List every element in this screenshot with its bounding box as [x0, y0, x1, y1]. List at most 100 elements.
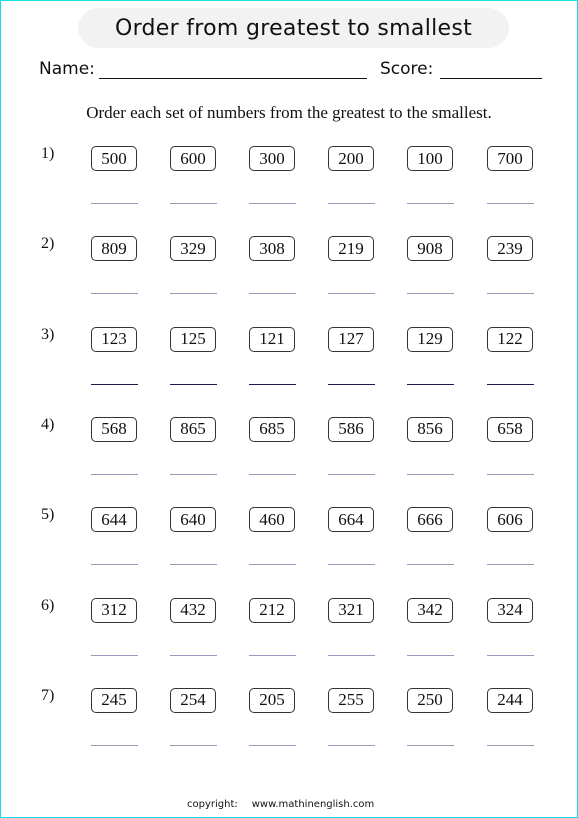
number-box: 685 — [249, 416, 295, 442]
answer-blank[interactable] — [249, 473, 296, 475]
answer-blank[interactable] — [407, 293, 454, 295]
answer-blank[interactable] — [91, 744, 138, 746]
answer-blank[interactable] — [249, 744, 296, 746]
number-box: 329 — [170, 236, 216, 262]
score-field[interactable] — [440, 78, 542, 79]
number-box: 200 — [328, 146, 374, 171]
answer-blank[interactable] — [170, 383, 217, 385]
answer-blank[interactable] — [249, 654, 296, 656]
problem-row: 4) 568 865 685 586 856 658 — [1, 416, 577, 497]
problem-number: 7) — [41, 686, 55, 704]
answer-blank[interactable] — [328, 293, 375, 295]
number-box: 212 — [249, 597, 295, 623]
number-box: 100 — [407, 146, 453, 171]
number-box: 568 — [91, 416, 137, 442]
number-box: 342 — [407, 597, 453, 623]
number-box: 700 — [487, 146, 533, 171]
answer-blank[interactable] — [170, 654, 217, 656]
number-box: 432 — [170, 597, 216, 623]
footer-url[interactable]: www.mathinenglish.com — [252, 799, 375, 810]
name-field[interactable] — [99, 78, 367, 79]
number-box: 239 — [487, 236, 533, 262]
number-box: 125 — [170, 326, 216, 352]
worksheet-title: Order from greatest to smallest — [78, 8, 509, 48]
answer-blank[interactable] — [91, 564, 138, 566]
number-box: 244 — [487, 687, 533, 713]
problem-row: 1) 500 600 300 200 100 700 — [1, 145, 577, 226]
number-box: 500 — [91, 146, 137, 171]
answer-blank[interactable] — [407, 564, 454, 566]
problem-number: 6) — [41, 596, 55, 614]
answer-blank[interactable] — [91, 293, 138, 295]
problem-row: 5) 644 640 460 664 666 606 — [1, 506, 577, 587]
answer-blank[interactable] — [91, 654, 138, 656]
name-label: Name: — [39, 59, 95, 79]
answer-blank[interactable] — [249, 293, 296, 295]
answer-blank[interactable] — [487, 654, 534, 656]
number-box: 664 — [328, 507, 374, 533]
problem-row: 2) 809 329 308 219 908 239 — [1, 235, 577, 316]
answer-blank[interactable] — [170, 744, 217, 746]
number-box: 586 — [328, 416, 374, 442]
problem-row: 3) 123 125 121 127 129 122 — [1, 326, 577, 407]
number-box: 312 — [91, 597, 137, 623]
number-box: 600 — [170, 146, 216, 171]
number-box: 121 — [249, 326, 295, 352]
number-box: 129 — [407, 326, 453, 352]
number-box: 127 — [328, 326, 374, 352]
answer-blank[interactable] — [249, 383, 296, 385]
number-box: 908 — [407, 236, 453, 262]
number-box: 856 — [407, 416, 453, 442]
answer-blank[interactable] — [328, 383, 375, 385]
answer-blank[interactable] — [328, 203, 375, 204]
number-box: 300 — [249, 146, 295, 171]
number-box: 254 — [170, 687, 216, 713]
problem-number: 5) — [41, 506, 55, 524]
number-box: 658 — [487, 416, 533, 442]
copyright-label: copyright: — [187, 799, 238, 810]
number-box: 245 — [91, 687, 137, 713]
number-box: 123 — [91, 326, 137, 352]
number-box: 324 — [487, 597, 533, 623]
problem-number: 2) — [41, 235, 55, 253]
answer-blank[interactable] — [328, 744, 375, 746]
answer-blank[interactable] — [407, 654, 454, 656]
answer-blank[interactable] — [407, 383, 454, 385]
worksheet-page: Order from greatest to smallest Name: Sc… — [0, 0, 578, 818]
answer-blank[interactable] — [407, 744, 454, 746]
answer-blank[interactable] — [487, 203, 534, 204]
problem-row: 7) 245 254 205 255 250 244 — [1, 686, 577, 768]
answer-blank[interactable] — [170, 203, 217, 204]
number-box: 308 — [249, 236, 295, 262]
answer-blank[interactable] — [170, 473, 217, 475]
number-box: 640 — [170, 507, 216, 533]
answer-blank[interactable] — [170, 293, 217, 295]
answer-blank[interactable] — [487, 564, 534, 566]
instructions: Order each set of numbers from the great… — [86, 103, 492, 122]
answer-blank[interactable] — [407, 203, 454, 204]
answer-blank[interactable] — [170, 564, 217, 566]
answer-blank[interactable] — [328, 564, 375, 566]
answer-blank[interactable] — [487, 744, 534, 746]
number-box: 865 — [170, 416, 216, 442]
number-box: 666 — [407, 507, 453, 533]
answer-blank[interactable] — [407, 473, 454, 475]
number-box: 122 — [487, 326, 533, 352]
name-score-row: Name: Score: — [39, 59, 549, 83]
answer-blank[interactable] — [328, 473, 375, 475]
number-box: 809 — [91, 236, 137, 262]
answer-blank[interactable] — [328, 654, 375, 656]
answer-blank[interactable] — [487, 473, 534, 475]
answer-blank[interactable] — [249, 203, 296, 204]
answer-blank[interactable] — [91, 383, 138, 385]
answer-blank[interactable] — [487, 293, 534, 295]
answer-blank[interactable] — [91, 473, 138, 475]
answer-blank[interactable] — [249, 564, 296, 566]
answer-blank[interactable] — [487, 383, 534, 385]
number-box: 644 — [91, 507, 137, 533]
problem-row: 6) 312 432 212 321 342 324 — [1, 596, 577, 678]
footer: copyright: www.mathinenglish.com — [187, 799, 374, 810]
answer-blank[interactable] — [91, 203, 138, 204]
score-label: Score: — [380, 59, 434, 79]
number-box: 205 — [249, 687, 295, 713]
